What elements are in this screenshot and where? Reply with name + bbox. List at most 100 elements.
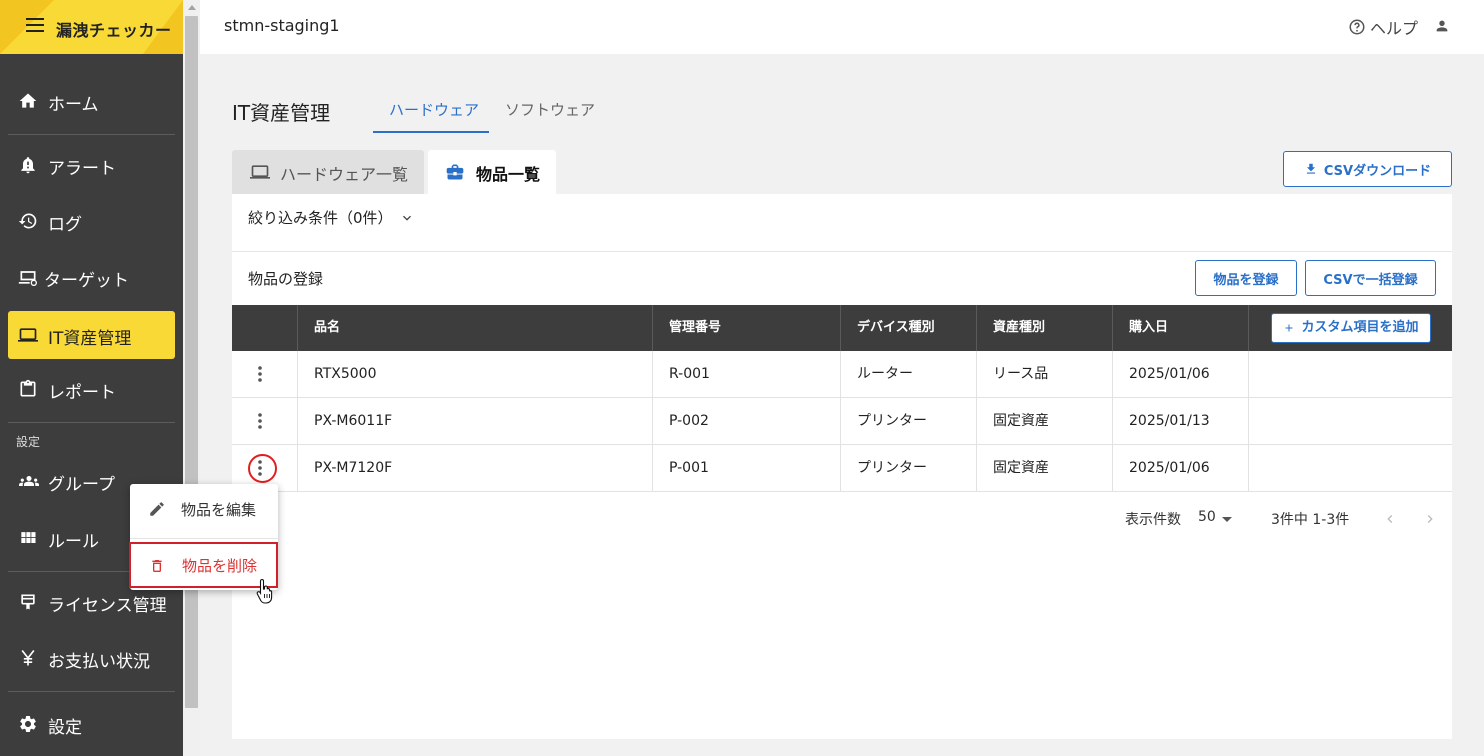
briefcase-icon bbox=[444, 162, 466, 182]
more-vert-icon bbox=[258, 366, 262, 382]
cell-name: RTX5000 bbox=[297, 351, 652, 397]
cell-purchase-date: 2025/01/06 bbox=[1112, 351, 1248, 397]
sidebar-item-payment[interactable]: お支払い状況 bbox=[0, 634, 183, 682]
column-header-name[interactable]: 品名 bbox=[297, 305, 652, 351]
sidebar-item-label: ライセンス管理 bbox=[48, 596, 167, 616]
cell-name: PX-M6011F bbox=[297, 398, 652, 444]
hamburger-menu-icon[interactable] bbox=[26, 18, 44, 32]
row-menu-button[interactable] bbox=[232, 398, 297, 444]
page-range: 3件中 1-3件 bbox=[1271, 512, 1350, 528]
gear-icon bbox=[18, 714, 38, 734]
cell-id: P-001 bbox=[652, 445, 840, 491]
add-custom-field-button[interactable]: カスタム項目を追加 bbox=[1271, 313, 1431, 343]
download-icon bbox=[1304, 161, 1318, 177]
brand-header: 漏洩チェッカー bbox=[0, 0, 183, 54]
sidebar-item-settings[interactable]: 設定 bbox=[0, 700, 183, 748]
per-page-label: 表示件数 bbox=[1125, 512, 1181, 528]
cell-device-type: ルーター bbox=[840, 351, 976, 397]
cell-custom bbox=[1248, 398, 1452, 444]
help-link[interactable]: ヘルプ bbox=[1348, 15, 1418, 39]
subtab-label: 物品一覧 bbox=[476, 165, 541, 184]
plus-icon bbox=[1283, 322, 1295, 334]
sidebar-item-report[interactable]: レポート bbox=[0, 365, 183, 413]
column-header-device-type[interactable]: デバイス種別 bbox=[840, 305, 976, 351]
user-account-icon[interactable] bbox=[1434, 18, 1450, 34]
top-bar: stmn-staging1 ヘルプ bbox=[200, 0, 1484, 54]
subtab-item-list[interactable]: 物品一覧 bbox=[428, 150, 556, 194]
sidebar-item-it-asset[interactable]: IT資産管理 bbox=[8, 311, 175, 359]
trash-icon bbox=[149, 557, 165, 575]
more-vert-icon bbox=[258, 460, 262, 476]
cell-purchase-date: 2025/01/06 bbox=[1112, 445, 1248, 491]
sidebar-item-label: お支払い状況 bbox=[48, 652, 150, 672]
tab-hardware[interactable]: ハードウェア bbox=[389, 99, 479, 120]
laptop-icon bbox=[248, 162, 272, 182]
license-icon bbox=[18, 592, 38, 612]
tab-indicator bbox=[373, 131, 489, 133]
subtab-hardware-list[interactable]: ハードウェア一覧 bbox=[232, 150, 424, 194]
dropdown-caret-icon[interactable] bbox=[1222, 517, 1232, 522]
sidebar-item-label: グループ bbox=[48, 475, 115, 495]
alert-bell-icon bbox=[18, 155, 38, 175]
chevron-down-icon bbox=[399, 210, 415, 226]
register-section-label: 物品の登録 bbox=[248, 270, 324, 288]
page-title: IT資産管理 bbox=[232, 101, 331, 125]
cell-id: R-001 bbox=[652, 351, 840, 397]
table-header: 品名 管理番号 デバイス種別 資産種別 購入日 カスタム項目を追加 bbox=[232, 305, 1452, 351]
sidebar-item-label: IT資産管理 bbox=[48, 329, 132, 349]
project-name: stmn-staging1 bbox=[224, 16, 340, 35]
sidebar-item-label: 設定 bbox=[48, 718, 82, 738]
cell-asset-type: リース品 bbox=[976, 351, 1112, 397]
cell-custom bbox=[1248, 445, 1452, 491]
group-icon bbox=[18, 471, 40, 491]
register-item-button[interactable]: 物品を登録 bbox=[1195, 260, 1297, 296]
more-vert-icon bbox=[258, 413, 262, 429]
help-circle-icon bbox=[1348, 18, 1366, 36]
home-icon bbox=[18, 91, 38, 111]
tab-software[interactable]: ソフトウェア bbox=[505, 99, 595, 120]
add-custom-field-label: カスタム項目を追加 bbox=[1301, 320, 1419, 335]
cell-id: P-002 bbox=[652, 398, 840, 444]
per-page-select[interactable]: 50 bbox=[1198, 509, 1216, 525]
filter-label: 絞り込み条件（0件） bbox=[248, 209, 393, 227]
help-label: ヘルプ bbox=[1370, 19, 1419, 38]
target-laptop-icon bbox=[18, 267, 38, 287]
laptop-icon bbox=[18, 325, 38, 345]
table-row: PX-M6011F P-002 プリンター 固定資産 2025/01/13 bbox=[232, 398, 1452, 445]
sidebar-item-log[interactable]: ログ bbox=[0, 197, 183, 245]
sidebar-item-target[interactable]: ターゲット bbox=[0, 253, 183, 301]
sidebar-scrollbar[interactable] bbox=[183, 0, 200, 756]
cell-name: PX-M7120F bbox=[297, 445, 652, 491]
history-icon bbox=[18, 211, 38, 231]
csv-bulk-register-button[interactable]: CSVで一括登録 bbox=[1305, 260, 1436, 296]
row-context-menu: 物品を編集 物品を削除 bbox=[129, 484, 278, 590]
sidebar-item-label: ターゲット bbox=[44, 271, 129, 291]
subtab-label: ハードウェア一覧 bbox=[280, 165, 409, 184]
column-header-id[interactable]: 管理番号 bbox=[652, 305, 840, 351]
sidebar-item-label: レポート bbox=[48, 383, 116, 403]
sidebar-item-alert[interactable]: アラート bbox=[0, 141, 183, 189]
next-page-icon[interactable] bbox=[1422, 510, 1438, 528]
yen-icon bbox=[18, 648, 38, 668]
csv-download-button[interactable]: CSVダウンロード bbox=[1283, 151, 1452, 187]
column-header-purchase-date[interactable]: 購入日 bbox=[1112, 305, 1248, 351]
cell-asset-type: 固定資産 bbox=[976, 445, 1112, 491]
sidebar-item-label: ホーム bbox=[48, 95, 99, 115]
column-header-custom: カスタム項目を追加 bbox=[1248, 305, 1452, 351]
highlight-circle bbox=[248, 454, 277, 483]
sidebar: 漏洩チェッカー ホーム アラート ログ ターゲット IT資産管理 レポート 設定… bbox=[0, 0, 183, 756]
table-row: RTX5000 R-001 ルーター リース品 2025/01/06 bbox=[232, 351, 1452, 398]
menu-item-edit[interactable]: 物品を編集 bbox=[130, 486, 278, 532]
cell-asset-type: 固定資産 bbox=[976, 398, 1112, 444]
filter-toggle[interactable]: 絞り込み条件（0件） bbox=[248, 207, 415, 228]
cell-custom bbox=[1248, 351, 1452, 397]
sidebar-item-home[interactable]: ホーム bbox=[0, 77, 183, 125]
pencil-icon bbox=[148, 500, 166, 518]
prev-page-icon[interactable] bbox=[1382, 510, 1398, 528]
sidebar-item-label: アラート bbox=[48, 159, 116, 179]
column-header-asset-type[interactable]: 資産種別 bbox=[976, 305, 1112, 351]
row-menu-button[interactable] bbox=[232, 351, 297, 397]
grid-icon bbox=[18, 528, 38, 548]
cell-device-type: プリンター bbox=[840, 398, 976, 444]
cell-purchase-date: 2025/01/13 bbox=[1112, 398, 1248, 444]
